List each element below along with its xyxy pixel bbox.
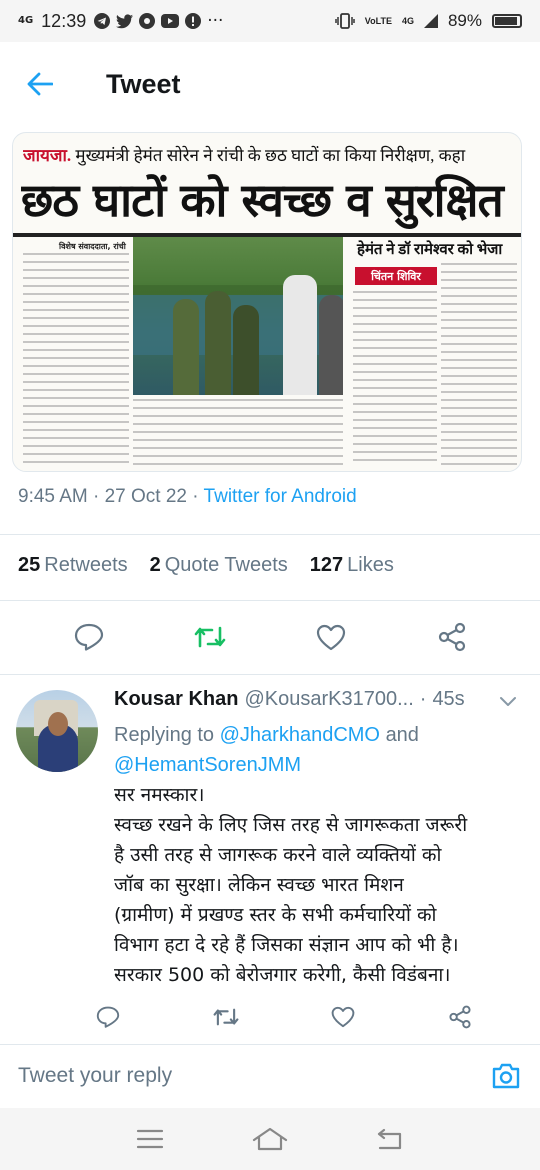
reply-text-line: है उसी तरह से जागरूक करने वाले व्यक्तियो… [114,844,442,866]
divider [0,674,540,675]
newspaper-column-1 [23,253,129,465]
newspaper-headline-top: जायजा. मुख्यमंत्री हेमंत सोरेन ने रांची … [23,143,511,166]
mention-link-hemantsorenjmm[interactable]: @HemantSorenJMM [114,754,301,776]
recent-apps-button[interactable] [130,1119,170,1159]
like-button[interactable] [311,617,351,657]
tweet-stats: 25 Retweets 2 Quote Tweets 127 Likes [18,554,394,577]
system-back-icon [377,1128,402,1150]
quotes-count: 2 [149,554,161,576]
reply-author-handle[interactable]: @KousarK31700... [244,688,413,711]
reply-tweet[interactable]: Kousar Khan @KousarK31700... · 45s Reply… [0,676,540,1036]
system-nav-bar [0,1108,540,1170]
menu-icon [136,1129,164,1149]
reply-button[interactable] [69,617,109,657]
newspaper-headline-main: छठ घाटों को स्वच्छ व सुरक्षित रखें [21,173,513,227]
newspaper-column-3 [353,291,437,467]
back-button[interactable] [370,1119,410,1159]
retweets-stat[interactable]: 25 Retweets [18,554,128,577]
reply-text-line: सरकार 500 को बेरोजगार करेगी, कैसी विडंबन… [114,964,451,986]
separator: · [419,688,427,710]
replying-and: and [385,724,419,746]
tweet-actions [0,612,540,662]
network-indicator: 4G [18,15,34,26]
tweet-source-link[interactable]: Twitter for Android [204,486,357,507]
camera-button[interactable] [490,1060,522,1092]
tweet-time: 9:45 AM [18,486,88,507]
reply-icon [74,623,103,651]
youtube-icon [161,14,180,28]
heart-icon[interactable] [331,1006,355,1028]
reply-text-line: स्वच्छ रखने के लिए जिस तरह से जागरूकता ज… [114,814,468,836]
headline-kicker: जायजा. [23,146,72,165]
reply-text-line: (ग्रामीण) में प्रखण्ड स्तर के सभी कर्मचा… [114,904,437,926]
reply-header: Kousar Khan @KousarK31700... · 45s [114,688,465,711]
quotes-label: Quote Tweets [164,554,288,576]
retweets-count: 25 [18,554,41,576]
divider [0,600,540,601]
alert-icon [185,13,202,29]
reply-icon[interactable] [96,1006,120,1028]
reply-text: सर नमस्कार। स्वच्छ रखने के लिए जिस तरह स… [114,780,526,990]
status-bar: 4G 12:39 ··· VoLTE 4G 89% [0,0,540,42]
vibrate-icon [335,13,355,29]
retweet-button[interactable] [190,617,230,657]
reply-text-line: विभाग हटा दे रहे हैं जिसका संज्ञान आप को… [114,934,459,956]
home-button[interactable] [250,1119,290,1159]
heart-icon [316,624,345,650]
share-icon[interactable] [448,1005,472,1029]
more-notifications: ··· [207,11,224,31]
retweet-icon[interactable] [213,1006,239,1028]
quote-tweets-stat[interactable]: 2 Quote Tweets [150,554,288,577]
avatar[interactable] [16,690,98,772]
chevron-down-icon[interactable] [496,690,520,714]
separator: · [87,486,105,507]
newspaper-column-2 [133,399,343,467]
twitter-icon [116,13,134,28]
status-time: 12:39 [41,10,87,31]
share-icon [438,622,465,652]
headline-top-text: मुख्यमंत्री हेमंत सोरेन ने रांची के छठ घ… [75,146,466,165]
reply-time: 45s [432,688,465,710]
likes-count: 127 [309,554,344,576]
replying-prefix: Replying to [114,724,215,746]
telegram-icon [94,13,111,29]
retweet-icon [194,626,225,648]
back-arrow-icon[interactable] [26,70,54,98]
photos-icon [139,13,156,29]
reply-text-line: जॉब का सुरक्षा। लेकिन स्वच्छ भारत मिशन [114,874,404,896]
likes-stat[interactable]: 127 Likes [310,554,394,577]
tweet-media-image[interactable]: जायजा. मुख्यमंत्री हेमंत सोरेन ने रांची … [12,132,522,472]
signal-icon [423,14,438,28]
newspaper-photo [133,237,343,395]
battery-percent: 89% [447,11,482,30]
newspaper-subheadline: हेमंत ने डॉ रामेश्वर को भेजा [357,242,503,258]
battery-icon [492,14,522,28]
reply-actions [96,1002,496,1032]
reply-author-name[interactable]: Kousar Khan [114,688,238,711]
notification-icons: ··· [94,11,223,31]
share-button[interactable] [432,617,472,657]
reply-composer [0,1044,540,1106]
newspaper-tag: चिंतन शिविर [355,267,437,285]
tweet-timestamp: 9:45 AM · 27 Oct 22 · Twitter for Androi… [18,486,357,508]
newspaper-byline: विशेष संवाददाता, रांची [59,242,126,251]
reply-text-line: सर नमस्कार। [114,784,205,806]
page-title: Tweet [106,68,181,99]
newspaper-column-4 [441,263,517,467]
reply-input[interactable] [18,1063,490,1088]
network-indicator-right: 4G [401,15,414,26]
divider [0,534,540,535]
retweets-label: Retweets [44,554,128,576]
separator: · [187,486,204,507]
replying-to: Replying to @JharkhandCMO and @HemantSor… [114,720,524,780]
likes-label: Likes [347,554,394,576]
tweet-date: 27 Oct 22 [104,486,187,507]
home-icon [252,1127,288,1151]
volte-indicator: VoLTE [364,15,392,26]
app-header: Tweet [0,42,540,126]
camera-icon [492,1063,520,1088]
mention-link-jharkhandcmo[interactable]: @JharkhandCMO [220,724,380,746]
